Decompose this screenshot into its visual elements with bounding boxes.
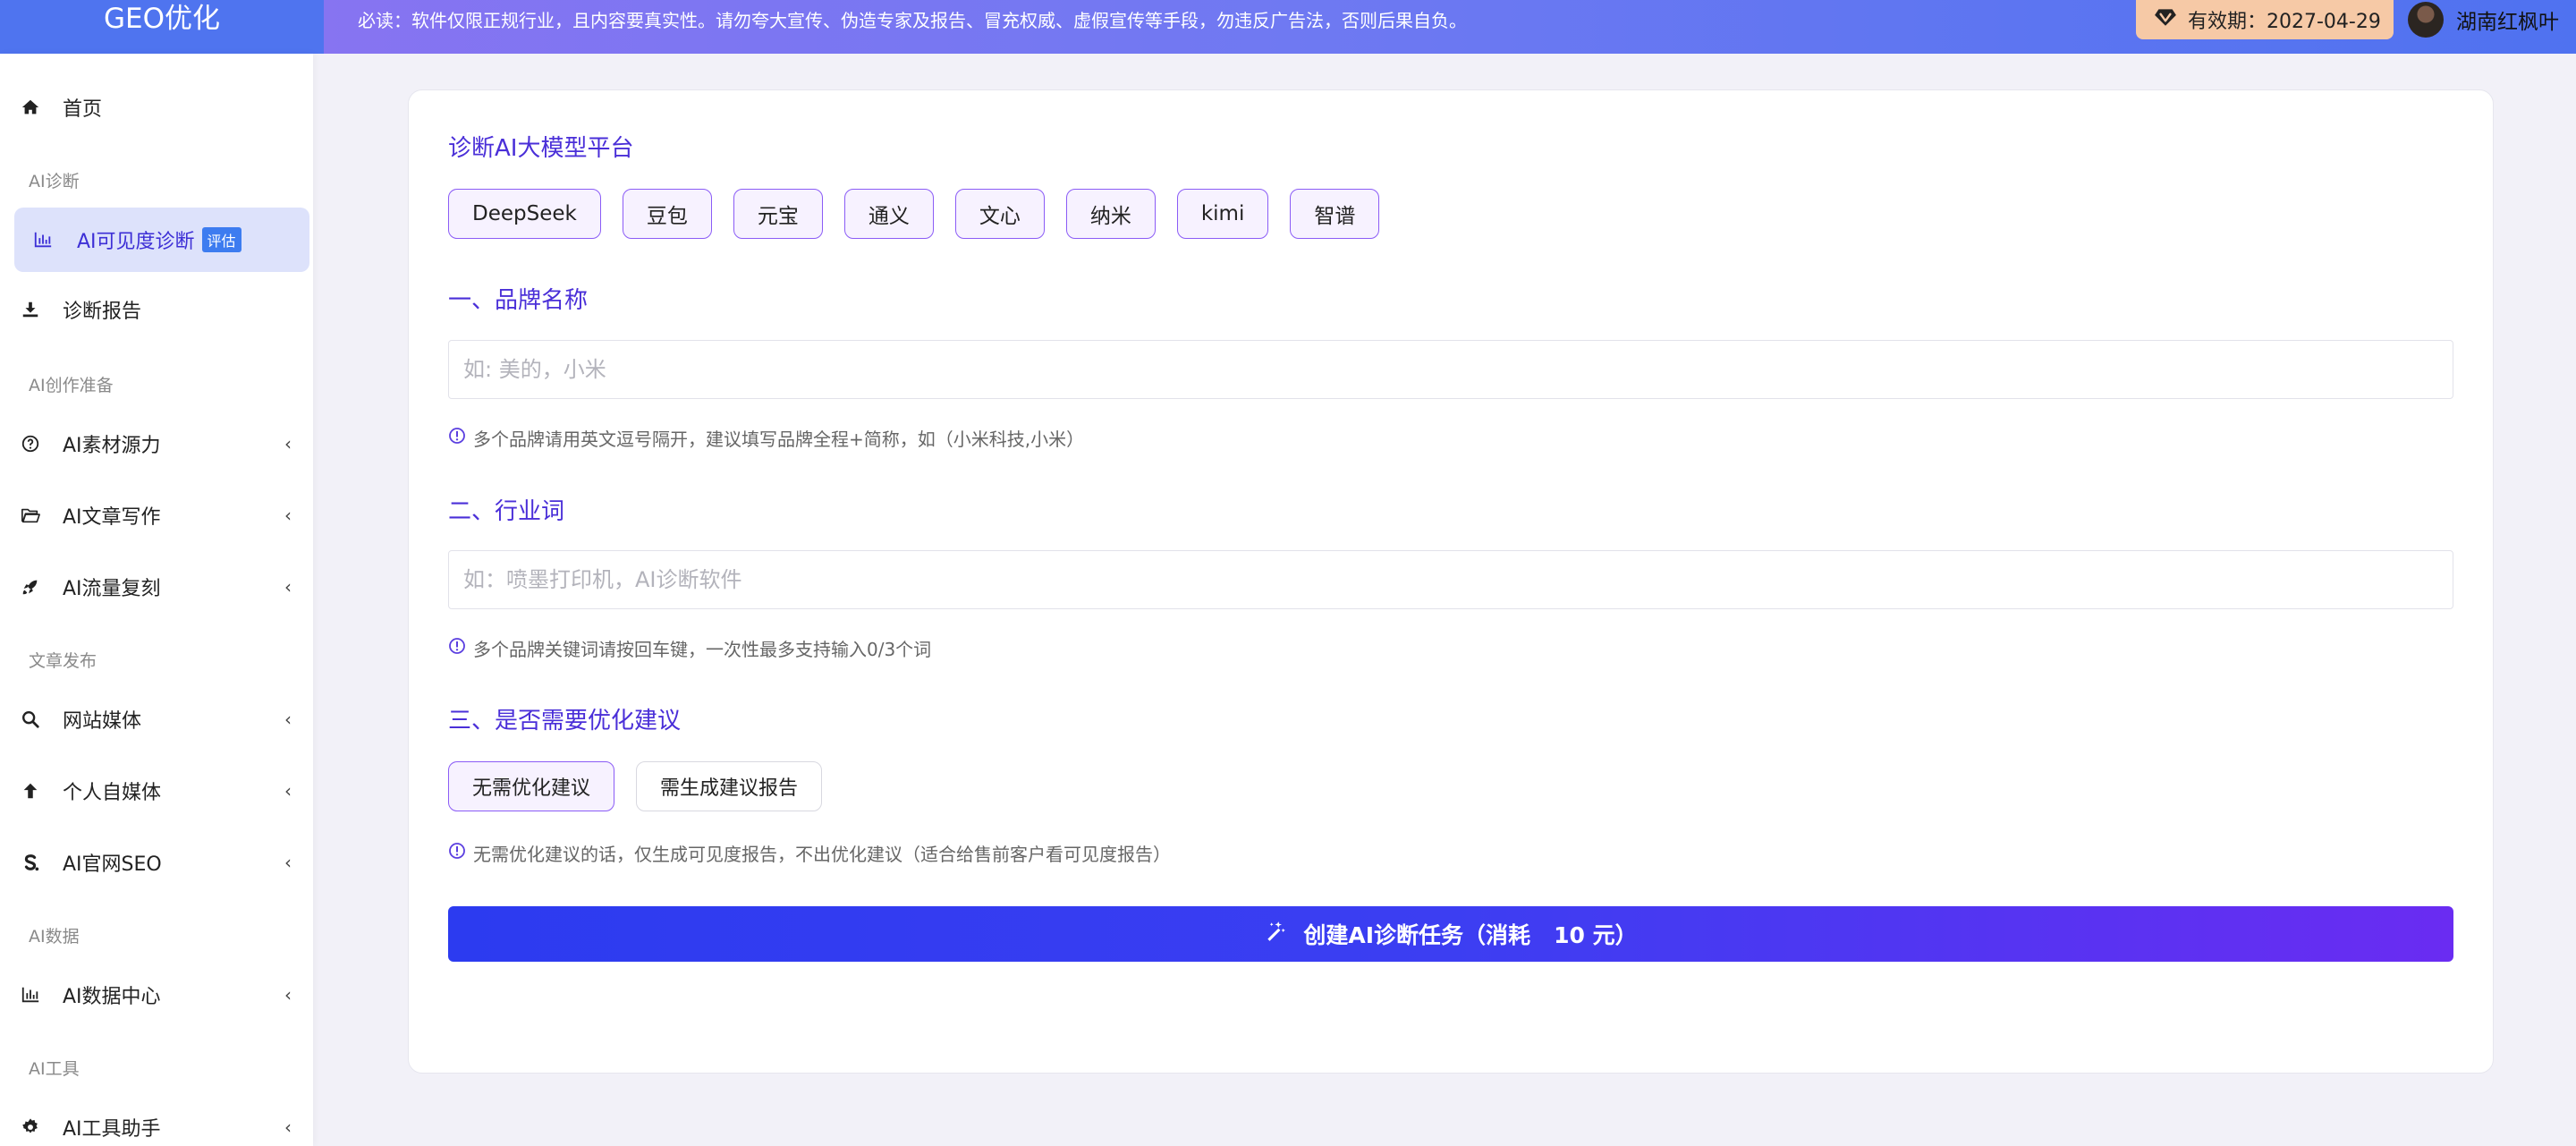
option-no-advice[interactable]: 无需优化建议 bbox=[448, 761, 615, 811]
home-icon bbox=[20, 97, 41, 118]
advice-hint: 无需优化建议的话，仅生成可见度报告，不出优化建议（适合给售前客户看可见度报告） bbox=[448, 840, 1171, 866]
chevron-left-icon: ‹ bbox=[284, 852, 292, 873]
platform-chip-wenxin[interactable]: 文心 bbox=[954, 189, 1045, 239]
brand-name-input[interactable] bbox=[448, 340, 2453, 399]
platform-chip-tongyi[interactable]: 通义 bbox=[843, 189, 934, 239]
platform-chip-zhipu[interactable]: 智谱 bbox=[1290, 189, 1380, 239]
chevron-left-icon: ‹ bbox=[284, 780, 292, 802]
platform-chip-group: DeepSeek 豆包 元宝 通义 文心 纳米 kimi 智谱 bbox=[448, 189, 1380, 239]
search-icon bbox=[20, 709, 41, 730]
sidebar-item-label: AI文章写作 bbox=[63, 506, 161, 529]
rocket-icon bbox=[20, 576, 41, 598]
user-menu[interactable]: 湖南红枫叶 bbox=[2408, 2, 2559, 38]
question-circle-icon bbox=[20, 433, 41, 454]
sidebar-item-ai-seo[interactable]: AI官网SEO ‹ bbox=[0, 830, 313, 895]
info-circle-icon bbox=[448, 842, 466, 864]
sidebar-item-label: AI可见度诊断 bbox=[77, 231, 195, 253]
advice-heading: 三、是否需要优化建议 bbox=[448, 708, 682, 734]
section-publishing: 文章发布 bbox=[29, 651, 97, 671]
platform-heading: 诊断AI大模型平台 bbox=[448, 135, 634, 162]
sidebar-item-ai-traffic[interactable]: AI流量复刻 ‹ bbox=[0, 555, 313, 619]
chevron-left-icon: ‹ bbox=[284, 505, 292, 526]
assess-badge: 评估 bbox=[201, 227, 242, 252]
notice-text: 必读：软件仅限正规行业，且内容要真实性。请勿夸大宣传、伪造专家及报告、冒充权威、… bbox=[358, 10, 1467, 31]
sidebar-item-label: AI工具助手 bbox=[63, 1118, 161, 1141]
avatar[interactable] bbox=[2408, 2, 2444, 38]
section-ai-tools: AI工具 bbox=[29, 1059, 80, 1079]
sidebar-item-ai-data-center[interactable]: AI数据中心 ‹ bbox=[0, 963, 313, 1027]
sidebar-item-label: AI流量复刻 bbox=[63, 578, 161, 600]
platform-chip-doubao[interactable]: 豆包 bbox=[622, 189, 712, 239]
sidebar-item-reports[interactable]: 诊断报告 bbox=[0, 277, 313, 342]
info-circle-icon bbox=[448, 427, 466, 449]
section-ai-data: AI数据 bbox=[29, 927, 80, 947]
info-circle-icon bbox=[448, 637, 466, 659]
expiry-badge: 有效期：2027-04-29 bbox=[2136, 0, 2394, 39]
industry-keyword-input[interactable] bbox=[448, 550, 2453, 609]
platform-chip-nami[interactable]: 纳米 bbox=[1065, 189, 1156, 239]
username[interactable]: 湖南红枫叶 bbox=[2456, 4, 2559, 35]
platform-chip-yuanbao[interactable]: 元宝 bbox=[733, 189, 823, 239]
brand-hint: 多个品牌请用英文逗号隔开，建议填写品牌全程+简称，如（小米科技,小米） bbox=[448, 425, 1084, 451]
industry-heading: 二、行业词 bbox=[448, 498, 565, 525]
bar-chart-icon bbox=[20, 984, 41, 1006]
s-letter-icon bbox=[20, 852, 41, 873]
sidebar-item-ai-writing[interactable]: AI文章写作 ‹ bbox=[0, 483, 313, 548]
platform-chip-deepseek[interactable]: DeepSeek bbox=[448, 189, 601, 239]
magic-wand-icon bbox=[1264, 920, 1287, 948]
folder-open-icon bbox=[20, 505, 41, 526]
sidebar-item-ai-tools[interactable]: AI工具助手 ‹ bbox=[0, 1095, 313, 1146]
top-bar: GEO优化 必读：软件仅限正规行业，且内容要真实性。请勿夸大宣传、伪造专家及报告… bbox=[0, 0, 2576, 54]
sidebar-item-label: 首页 bbox=[63, 98, 103, 121]
app-logo[interactable]: GEO优化 bbox=[0, 0, 324, 54]
diamond-icon bbox=[2154, 5, 2177, 34]
sidebar-item-label: AI素材源力 bbox=[63, 435, 161, 457]
arrow-up-icon bbox=[20, 780, 41, 802]
chevron-left-icon: ‹ bbox=[284, 984, 292, 1006]
sidebar-item-ai-visibility[interactable]: AI可见度诊断 评估 bbox=[14, 208, 309, 272]
sidebar-item-ai-materials[interactable]: AI素材源力 ‹ bbox=[0, 412, 313, 476]
submit-label: 创建AI诊断任务（消耗 10 元） bbox=[1303, 922, 1638, 948]
diagnosis-form-card: 诊断AI大模型平台 DeepSeek 豆包 元宝 通义 文心 纳米 kimi 智… bbox=[408, 89, 2494, 1074]
sidebar-item-label: 诊断报告 bbox=[63, 301, 142, 323]
sidebar-item-label: 网站媒体 bbox=[63, 710, 142, 733]
industry-hint-text: 多个品牌关键词请按回车键，一次性最多支持输入0/3个词 bbox=[473, 639, 932, 660]
sidebar-item-label: 个人自媒体 bbox=[63, 782, 162, 804]
advice-option-group: 无需优化建议 需生成建议报告 bbox=[448, 761, 823, 811]
expiry-text: 有效期：2027-04-29 bbox=[2188, 11, 2381, 33]
sidebar-item-web-media[interactable]: 网站媒体 ‹ bbox=[0, 687, 313, 751]
sidebar-item-self-media[interactable]: 个人自媒体 ‹ bbox=[0, 759, 313, 823]
sidebar-item-home[interactable]: 首页 bbox=[0, 75, 313, 140]
brand-heading: 一、品牌名称 bbox=[448, 287, 589, 314]
bar-chart-icon bbox=[32, 229, 54, 250]
sidebar: 首页 AI诊断 AI可见度诊断 评估 诊断报告 AI创作准备 AI素材源力 ‹ A… bbox=[0, 54, 313, 1146]
download-icon bbox=[20, 299, 41, 320]
brand-hint-text: 多个品牌请用英文逗号隔开，建议填写品牌全程+简称，如（小米科技,小米） bbox=[473, 429, 1085, 450]
section-ai-creation: AI创作准备 bbox=[29, 376, 114, 395]
chevron-left-icon: ‹ bbox=[284, 433, 292, 454]
chevron-left-icon: ‹ bbox=[284, 709, 292, 730]
platform-chip-kimi[interactable]: kimi bbox=[1176, 189, 1269, 239]
chevron-left-icon: ‹ bbox=[284, 576, 292, 598]
sidebar-item-label: AI数据中心 bbox=[63, 986, 161, 1008]
industry-hint: 多个品牌关键词请按回车键，一次性最多支持输入0/3个词 bbox=[448, 635, 931, 661]
option-generate-advice[interactable]: 需生成建议报告 bbox=[636, 761, 823, 811]
sidebar-item-label: AI官网SEO bbox=[63, 853, 162, 876]
advice-hint-text: 无需优化建议的话，仅生成可见度报告，不出优化建议（适合给售前客户看可见度报告） bbox=[473, 844, 1171, 865]
chevron-left-icon: ‹ bbox=[284, 1116, 292, 1138]
gear-icon bbox=[20, 1116, 41, 1138]
create-diagnosis-task-button[interactable]: 创建AI诊断任务（消耗 10 元） bbox=[448, 906, 2453, 962]
section-ai-diagnosis: AI诊断 bbox=[29, 172, 80, 191]
